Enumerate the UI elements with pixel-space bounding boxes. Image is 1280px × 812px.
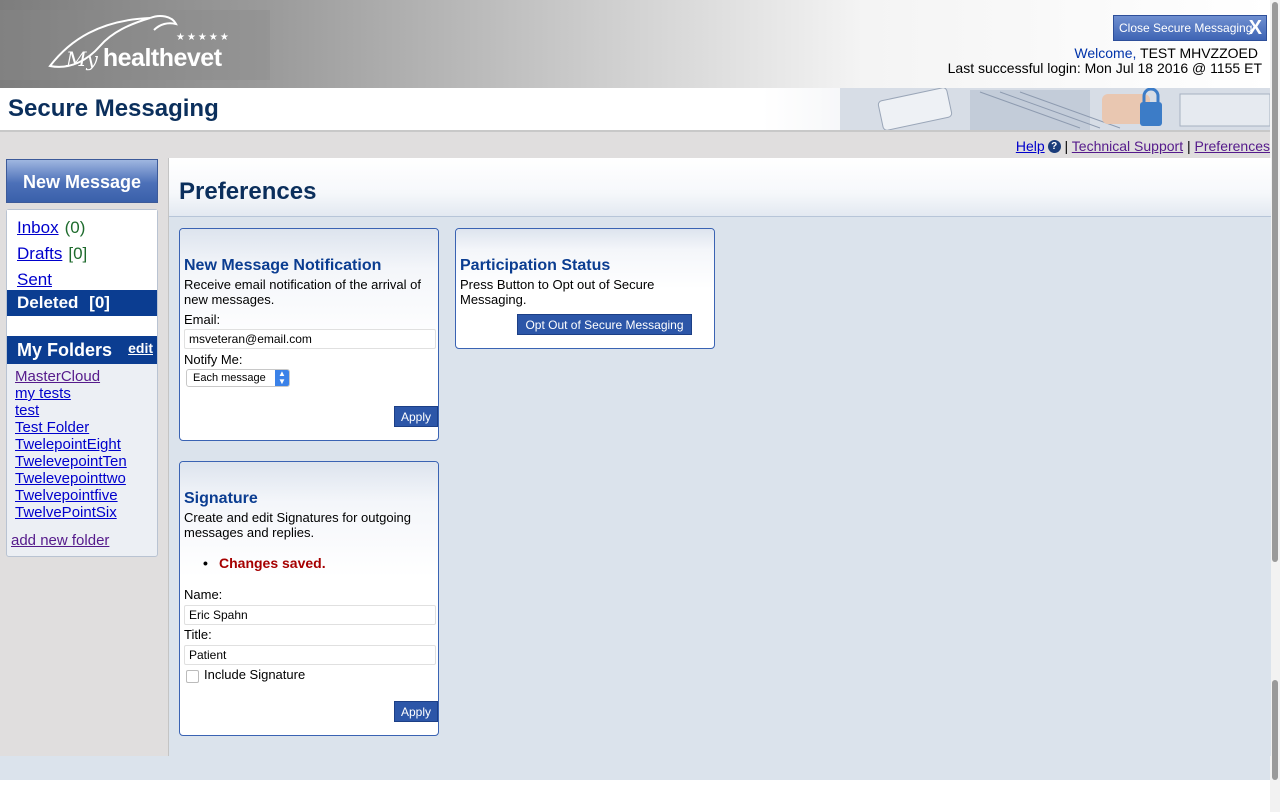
custom-folder-list: MasterCloud my tests test Test Folder Tw… xyxy=(15,368,127,521)
sidebar-item-drafts[interactable]: Drafts [0] xyxy=(17,244,87,264)
title-bar: Secure Messaging xyxy=(0,88,1270,132)
folder-link[interactable]: TwelevepointTen xyxy=(15,453,127,470)
close-button-label: Close Secure Messaging xyxy=(1119,21,1253,35)
signature-description: Create and edit Signatures for outgoing … xyxy=(184,510,411,540)
folder-link[interactable]: TwelvePointSix xyxy=(15,504,127,521)
notification-apply-button[interactable]: Apply xyxy=(394,406,438,427)
page-scrollbar[interactable] xyxy=(1270,0,1280,812)
page-title: Preferences xyxy=(179,178,317,205)
help-link[interactable]: Help xyxy=(1016,138,1045,154)
email-field[interactable]: msveteran@email.com xyxy=(184,329,436,349)
close-secure-messaging-button[interactable]: Close Secure Messaging X xyxy=(1113,15,1267,41)
preferences-link[interactable]: Preferences xyxy=(1195,138,1270,154)
folder-link[interactable]: Test Folder xyxy=(15,419,127,436)
link-separator: | xyxy=(1064,138,1069,154)
changes-saved-status: Changes saved. xyxy=(203,555,326,571)
inbox-link[interactable]: Inbox xyxy=(17,218,59,237)
new-message-button[interactable]: New Message xyxy=(6,159,158,203)
email-label: Email: xyxy=(184,312,221,327)
logo-my: My xyxy=(66,47,98,71)
folder-navigation: Inbox (0) Drafts [0] Sent Deleted [0] My F… xyxy=(6,209,158,557)
system-folders: Inbox (0) Drafts [0] Sent Deleted [0] xyxy=(7,210,157,336)
top-header: ★★★★★ My healthevet Close Secure Messagi… xyxy=(0,0,1270,88)
notify-label: Notify Me: xyxy=(184,352,243,367)
scrollbar-thumb-lower[interactable] xyxy=(1272,680,1278,780)
top-links: Help? | Technical Support | Preferences xyxy=(1016,138,1270,154)
logo-healthevet: healthevet xyxy=(102,44,222,72)
deleted-label: Deleted xyxy=(17,293,79,312)
participation-title: Participation Status xyxy=(460,257,611,274)
notify-selected-value: Each message xyxy=(193,372,266,384)
technical-support-link[interactable]: Technical Support xyxy=(1072,138,1183,154)
add-new-folder-link[interactable]: add new folder xyxy=(11,532,109,549)
notification-title: New Message Notification xyxy=(184,257,382,274)
notification-card: New Message Notification Receive email n… xyxy=(179,228,439,441)
include-signature-label: Include Signature xyxy=(204,667,306,682)
drafts-count: [0] xyxy=(68,244,88,263)
folder-link[interactable]: my tests xyxy=(15,385,127,402)
welcome-label: Welcome, xyxy=(1074,45,1137,61)
participation-card: Participation Status Press Button to Opt… xyxy=(455,228,715,349)
notify-select[interactable]: Each message ▲ ▼ xyxy=(186,369,290,387)
myhealthevet-logo[interactable]: ★★★★★ My healthevet xyxy=(0,10,270,80)
signature-card: Signature Create and edit Signatures for… xyxy=(179,461,439,736)
select-arrows-icon: ▲ ▼ xyxy=(275,370,289,386)
notification-description: Receive email notification of the arriva… xyxy=(184,277,422,307)
footer-band xyxy=(0,756,1270,780)
folder-link[interactable]: TwelepointEight xyxy=(15,436,127,453)
edit-folders-link[interactable]: edit xyxy=(128,334,153,362)
include-signature-checkbox[interactable] xyxy=(186,670,199,683)
opt-out-button[interactable]: Opt Out of Secure Messaging xyxy=(517,314,692,335)
user-name: TEST MHVZZOED xyxy=(1140,45,1258,61)
sent-link[interactable]: Sent xyxy=(17,270,52,289)
scrollbar-thumb[interactable] xyxy=(1272,2,1278,562)
signature-title-field[interactable]: Patient xyxy=(184,645,436,665)
sidebar-item-deleted[interactable]: Deleted [0] xyxy=(7,290,157,316)
name-label: Name: xyxy=(184,587,223,602)
folder-link[interactable]: Twelevepointtwo xyxy=(15,470,127,487)
signature-title: Signature xyxy=(184,490,258,507)
inbox-count: (0) xyxy=(64,218,86,237)
main-panel: Preferences New Message Notification Rec… xyxy=(168,158,1271,756)
sidebar-item-inbox[interactable]: Inbox (0) xyxy=(17,218,85,238)
main-header: Preferences xyxy=(169,158,1271,217)
link-separator: | xyxy=(1186,138,1191,154)
help-icon[interactable]: ? xyxy=(1047,140,1061,153)
my-folders-header: My Folders edit xyxy=(7,336,157,364)
logo-text: My healthevet xyxy=(66,44,222,73)
welcome-text: Welcome, TEST MHVZZOED xyxy=(1074,45,1258,61)
signature-name-field[interactable]: Eric Spahn xyxy=(184,605,436,625)
logo-stars: ★★★★★ xyxy=(176,32,231,43)
folder-link[interactable]: MasterCloud xyxy=(15,368,127,385)
keyboard-lock-banner-icon xyxy=(840,88,1270,130)
signature-apply-button[interactable]: Apply xyxy=(394,701,438,722)
folder-link[interactable]: test xyxy=(15,402,127,419)
sidebar-item-sent[interactable]: Sent xyxy=(17,270,52,290)
folder-link[interactable]: Twelvepointfive xyxy=(15,487,127,504)
app-title: Secure Messaging xyxy=(8,95,219,122)
drafts-link[interactable]: Drafts xyxy=(17,244,62,263)
last-login: Last successful login: Mon Jul 18 2016 @… xyxy=(947,60,1262,76)
close-icon: X xyxy=(1248,17,1262,39)
my-folders-title: My Folders xyxy=(17,340,113,360)
participation-description: Press Button to Opt out of Secure Messag… xyxy=(460,277,655,307)
title-label: Title: xyxy=(184,627,212,642)
deleted-count: [0] xyxy=(89,293,110,312)
